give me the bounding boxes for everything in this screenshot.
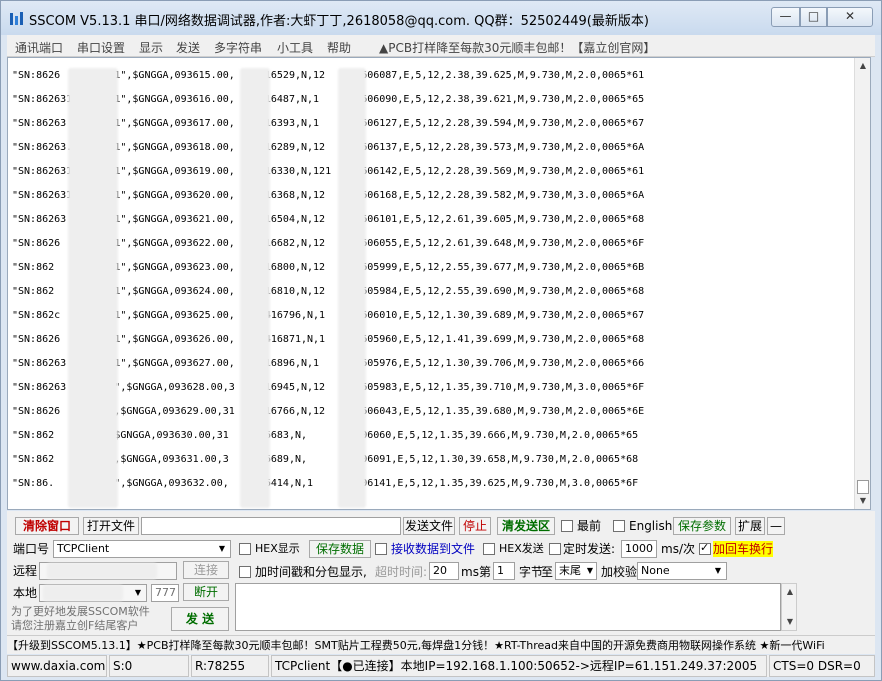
add-crlf-checkbox[interactable] (699, 541, 711, 555)
maximize-button[interactable]: □ (800, 7, 827, 27)
send-textarea[interactable] (235, 583, 781, 631)
menu-item-serial-settings[interactable]: 串口设置 (77, 39, 125, 56)
open-file-button[interactable]: 打开文件 (83, 517, 139, 535)
minimize-button[interactable]: — (771, 7, 800, 27)
timestamp-checkbox[interactable] (239, 566, 251, 578)
status-signals: CTS=0 DSR=0 (769, 655, 875, 677)
english-label: English (629, 519, 673, 533)
timestamp-label: 加时间戳和分包显示, (255, 565, 367, 579)
collapse-button[interactable]: — (767, 517, 785, 535)
topmost-label: 最前 (577, 519, 602, 533)
byte-label: 字节 (519, 565, 544, 579)
recv-to-file-label[interactable]: 接收数据到文件 (391, 541, 475, 557)
checksum-label: 加校验 (601, 565, 638, 579)
local-label: 本地 (13, 586, 38, 600)
local-port-input[interactable]: 777 (151, 584, 179, 602)
port-select[interactable]: TCPClient (53, 540, 231, 558)
save-data-button[interactable]: 保存数据 (309, 540, 371, 558)
privacy-blur (68, 68, 118, 508)
promo-note-line2: 请您注册嘉立创F结尾客户 (11, 619, 139, 632)
disconnect-button[interactable]: 断开 (183, 583, 229, 601)
window-title: SSCOM V5.13.1 串口/网络数据调试器,作者:大虾丁丁,2618058… (29, 14, 649, 29)
save-params-button[interactable]: 保存参数 (673, 517, 731, 535)
topmost-checkbox[interactable] (561, 520, 573, 532)
clear-send-button[interactable]: 清发送区 (497, 517, 555, 535)
stop-button[interactable]: 停止 (459, 517, 491, 535)
hex-display-checkbox[interactable] (239, 543, 251, 555)
timeout-unit: ms (461, 565, 479, 579)
menu-item-multi-string[interactable]: 多字符串 (214, 39, 262, 56)
promo-ticker[interactable]: 【升级到SSCOM5.13.1】★PCB打样降至每款30元顺丰包邮！SMT贴片工… (7, 635, 875, 654)
privacy-blur (338, 68, 366, 508)
hex-send-label: HEX发送 (499, 542, 544, 555)
title-bar[interactable]: SSCOM V5.13.1 串口/网络数据调试器,作者:大虾丁丁,2618058… (1, 1, 881, 35)
chevron-down-icon[interactable]: ▼ (583, 564, 597, 578)
menu-item-help[interactable]: 帮助 (327, 39, 351, 56)
status-connection: TCPclient【●已连接】本地IP=192.168.1.100:50652-… (271, 655, 767, 677)
hex-send-checkbox[interactable] (483, 543, 495, 555)
status-bar: www.daxia.com S:0 R:78255 TCPclient【●已连接… (7, 655, 875, 677)
hex-display-label: HEX显示 (255, 542, 300, 555)
app-window: SSCOM V5.13.1 串口/网络数据调试器,作者:大虾丁丁,2618058… (0, 0, 882, 681)
send-file-button[interactable]: 发送文件 (403, 517, 455, 535)
port-label: 端口号 (13, 542, 50, 556)
connect-button[interactable]: 连接 (183, 561, 229, 579)
control-panel: 清除窗口 打开文件 发送文件 停止 清发送区 最前 English 保存参数 扩… (7, 511, 875, 635)
privacy-blur (43, 585, 123, 601)
menu-item-comm-port[interactable]: 通讯端口 (15, 39, 63, 56)
chevron-down-icon[interactable]: ▼ (215, 542, 229, 556)
menu-item-tools[interactable]: 小工具 (277, 39, 313, 56)
send-button[interactable]: 发 送 (171, 607, 229, 631)
add-crlf-label: 加回车换行 (713, 541, 774, 557)
receive-scrollbar[interactable]: ▲ ▼ (854, 58, 870, 509)
promo-note-line1: 为了更好地发展SSCOM软件 (11, 605, 150, 618)
recv-to-file-checkbox[interactable] (375, 543, 387, 555)
scroll-up-icon[interactable]: ▲ (782, 584, 798, 600)
scroll-down-icon[interactable]: ▼ (855, 493, 870, 509)
menu-item-display[interactable]: 显示 (139, 39, 163, 56)
chevron-down-icon[interactable]: ▼ (131, 586, 145, 600)
receive-window[interactable]: "SN:8626 5871",$GNGGA,093615.00, .341652… (7, 57, 871, 510)
send-scrollbar[interactable]: ▲ ▼ (781, 583, 797, 631)
timed-send-checkbox[interactable] (549, 543, 561, 555)
menu-promo-link[interactable]: ▲PCB打样降至每款30元顺丰包邮！【嘉立创官网】 (379, 39, 655, 56)
status-received: R:78255 (191, 655, 269, 677)
status-site[interactable]: www.daxia.com (7, 655, 107, 677)
interval-input[interactable]: 1000 (621, 540, 657, 558)
remote-label: 远程 (13, 564, 38, 578)
privacy-blur (47, 563, 157, 579)
nth-label: 第 (479, 565, 492, 579)
chevron-down-icon[interactable]: ▼ (711, 564, 725, 578)
file-path-input[interactable] (141, 517, 401, 535)
timeout-label: 超时时间: (375, 565, 428, 579)
nth-input[interactable]: 1 (493, 562, 515, 580)
timed-send-label: 定时发送: (563, 542, 616, 556)
timeout-input[interactable]: 20 (429, 562, 459, 580)
expand-button[interactable]: 扩展 (735, 517, 765, 535)
privacy-blur (240, 68, 270, 508)
interval-unit: ms/次 (661, 542, 695, 556)
scroll-down-icon[interactable]: ▼ (782, 614, 798, 630)
close-button[interactable]: ✕ (827, 7, 873, 27)
clear-window-button[interactable]: 清除窗口 (15, 517, 79, 535)
to-label: 至 (541, 565, 554, 579)
status-sent: S:0 (109, 655, 189, 677)
scroll-thumb[interactable] (857, 480, 869, 494)
app-icon (10, 12, 23, 25)
english-checkbox[interactable] (613, 520, 625, 532)
menu-item-send[interactable]: 发送 (176, 39, 200, 56)
scroll-up-icon[interactable]: ▲ (855, 58, 870, 74)
menu-bar: 通讯端口 串口设置 显示 发送 多字符串 小工具 帮助 ▲PCB打样降至每款30… (7, 35, 875, 57)
